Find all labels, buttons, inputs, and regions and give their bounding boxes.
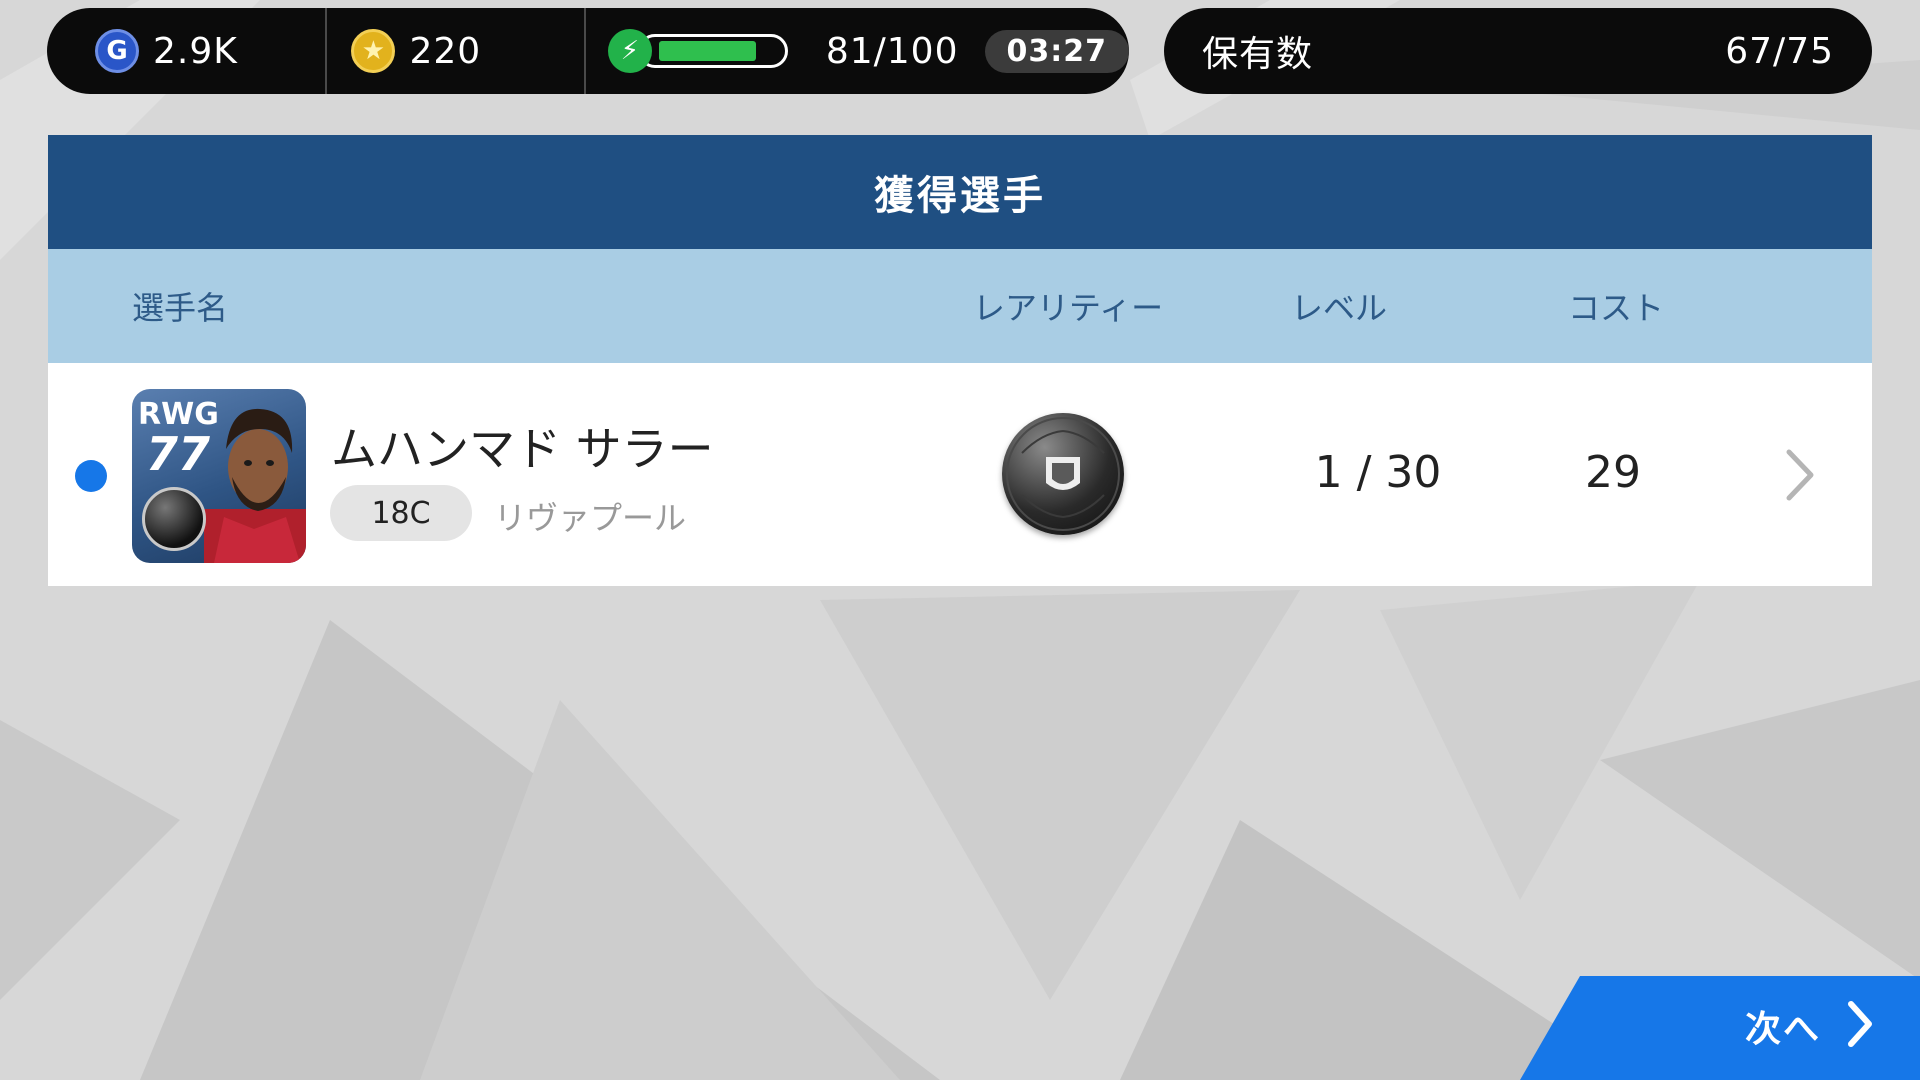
player-club: リヴァプール <box>494 499 687 537</box>
owned-value: 67/75 <box>1725 30 1834 72</box>
age-badge: 18C <box>330 485 472 541</box>
resource-bar: G 2.9K ★ 220 ⚡ 81/100 03:27 <box>47 8 1129 94</box>
stamina-timer: 03:27 <box>984 29 1129 73</box>
stamina-fill <box>658 41 757 61</box>
coin-value: 220 <box>409 30 482 72</box>
player-rating: 77 <box>146 427 211 481</box>
gp-counter[interactable]: G 2.9K <box>47 8 328 94</box>
next-button-label: 次へ <box>1745 1009 1822 1050</box>
new-indicator-dot <box>75 460 107 492</box>
bolt-icon: ⚡ <box>607 29 652 73</box>
chevron-right-icon[interactable] <box>1783 448 1817 502</box>
player-row[interactable]: RWG 77 ムハンマド サラー 18C リヴァプール 1 / 30 29 <box>48 363 1872 586</box>
column-header: 選手名 レアリティー レベル コスト <box>48 249 1872 363</box>
gp-value: 2.9K <box>153 30 238 72</box>
column-cost: コスト <box>1568 289 1665 327</box>
column-level: レベル <box>1291 289 1388 327</box>
next-chevron-icon <box>1848 1001 1872 1047</box>
player-portrait-icon <box>204 408 306 563</box>
column-name: 選手名 <box>132 289 229 327</box>
g-icon: G <box>95 29 139 73</box>
owned-label: 保有数 <box>1202 34 1314 75</box>
stamina-bar <box>637 34 788 68</box>
card-rarity-ball-icon <box>142 487 206 551</box>
player-name: ムハンマド サラー <box>331 422 714 476</box>
player-cost: 29 <box>1585 447 1641 498</box>
panel-title: 獲得選手 <box>48 135 1872 249</box>
coin-counter[interactable]: ★ 220 <box>327 8 586 94</box>
acquired-players-panel: 獲得選手 選手名 レアリティー レベル コスト RWG 77 ムハンマド サラー… <box>48 135 1872 586</box>
stamina-counter[interactable]: ⚡ 81/100 03:27 <box>586 8 1129 94</box>
player-level: 1 / 30 <box>1314 447 1442 498</box>
owned-count-bar: 保有数 67/75 <box>1164 8 1872 94</box>
coin-icon: ★ <box>351 29 396 73</box>
stamina-value: 81/100 <box>825 30 959 72</box>
player-card[interactable]: RWG 77 <box>132 389 306 563</box>
black-ball-icon <box>1002 413 1124 535</box>
column-rarity: レアリティー <box>973 289 1164 327</box>
